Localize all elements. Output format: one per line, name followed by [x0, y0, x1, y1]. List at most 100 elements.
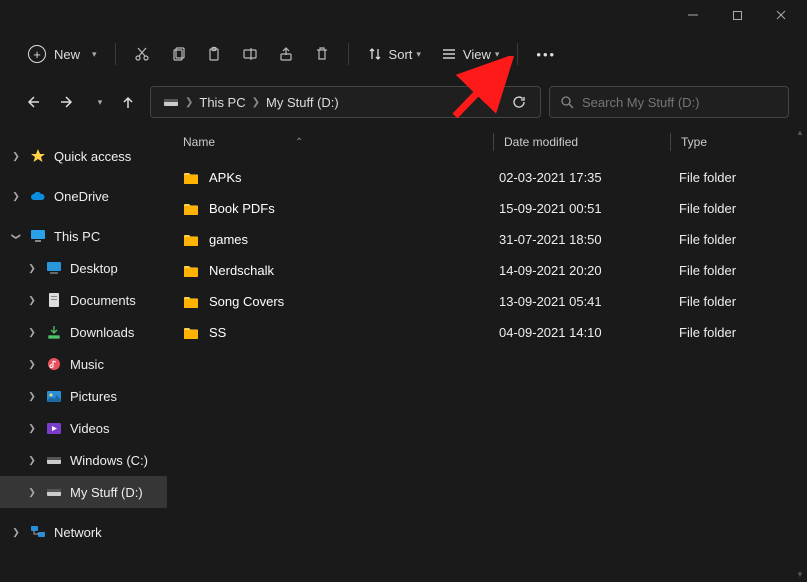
- chevron-right-icon[interactable]: ❯: [183, 97, 195, 108]
- share-button[interactable]: [268, 36, 304, 72]
- chevron-down-icon: ▾: [491, 97, 496, 108]
- search-icon: [560, 95, 574, 109]
- sort-button[interactable]: Sort ▾: [357, 36, 431, 72]
- table-row[interactable]: Nerdschalk14-09-2021 20:20File folder: [167, 255, 807, 286]
- refresh-button[interactable]: [506, 89, 532, 115]
- column-header-date[interactable]: Date modified: [494, 135, 670, 149]
- star-icon: [30, 148, 46, 164]
- table-row[interactable]: Song Covers13-09-2021 05:41File folder: [167, 286, 807, 317]
- content-pane: Name⌃ Date modified Type APKs02-03-2021 …: [167, 126, 807, 582]
- chevron-right-icon: ❯: [26, 295, 38, 306]
- sidebar-item-desktop[interactable]: ❯ Desktop: [0, 252, 167, 284]
- file-list: APKs02-03-2021 17:35File folderBook PDFs…: [167, 158, 807, 348]
- drive-icon: [46, 452, 62, 468]
- sidebar-item-network[interactable]: ❯ Network: [0, 516, 167, 548]
- chevron-down-icon: ▾: [416, 49, 421, 60]
- new-button[interactable]: + New ▾: [18, 36, 107, 72]
- maximize-button[interactable]: [715, 0, 759, 30]
- more-button[interactable]: •••: [526, 36, 566, 72]
- chevron-right-icon: ❯: [26, 263, 38, 274]
- sidebar-item-label: OneDrive: [54, 189, 109, 204]
- sidebar-item-label: Videos: [70, 421, 110, 436]
- table-row[interactable]: SS 04-09-2021 14:10File folder: [167, 317, 807, 348]
- chevron-right-icon: ❯: [26, 359, 38, 370]
- close-button[interactable]: [759, 0, 803, 30]
- cloud-icon: [30, 188, 46, 204]
- file-type: File folder: [679, 263, 736, 278]
- sidebar-item-pictures[interactable]: ❯ Pictures: [0, 380, 167, 412]
- chevron-down-icon: ▾: [495, 49, 500, 60]
- toolbar: + New ▾ Sort ▾ View ▾ •••: [0, 30, 807, 78]
- chevron-down-icon: ▾: [92, 49, 97, 60]
- view-button[interactable]: View ▾: [431, 36, 509, 72]
- sidebar-item-thispc[interactable]: ❯ This PC: [0, 220, 167, 252]
- search-box[interactable]: [549, 86, 789, 118]
- sort-icon: [367, 46, 383, 62]
- pictures-icon: [46, 388, 62, 404]
- chevron-right-icon: ❯: [26, 423, 38, 434]
- back-button[interactable]: [18, 88, 46, 116]
- folder-icon: [183, 295, 199, 309]
- file-type: File folder: [679, 325, 736, 340]
- scroll-up-icon[interactable]: ▲: [795, 128, 805, 138]
- address-dropdown[interactable]: ▾: [478, 89, 504, 115]
- main: ❯ Quick access ❯ OneDrive ❯ This PC ❯ De…: [0, 126, 807, 582]
- documents-icon: [46, 292, 62, 308]
- file-type: File folder: [679, 201, 736, 216]
- sidebar-item-quick-access[interactable]: ❯ Quick access: [0, 140, 167, 172]
- chevron-right-icon: ❯: [26, 455, 38, 466]
- chevron-down-icon: ▾: [98, 97, 103, 108]
- address-bar[interactable]: ❯ This PC ❯ My Stuff (D:) ▾: [150, 86, 541, 118]
- file-name: games: [209, 232, 248, 247]
- desktop-icon: [46, 260, 62, 276]
- table-row[interactable]: games31-07-2021 18:50File folder: [167, 224, 807, 255]
- forward-button[interactable]: [54, 88, 82, 116]
- sidebar-item-downloads[interactable]: ❯ Downloads: [0, 316, 167, 348]
- drive-icon[interactable]: [159, 94, 183, 110]
- copy-button[interactable]: [160, 36, 196, 72]
- scrollbar[interactable]: ▲ ▼: [793, 126, 807, 582]
- table-row[interactable]: Book PDFs15-09-2021 00:51File folder: [167, 193, 807, 224]
- file-date: 02-03-2021 17:35: [499, 170, 679, 185]
- sidebar-item-mystuff-d[interactable]: ❯ My Stuff (D:): [0, 476, 167, 508]
- column-header-type[interactable]: Type: [671, 135, 707, 149]
- minimize-button[interactable]: [671, 0, 715, 30]
- sidebar-item-label: Pictures: [70, 389, 117, 404]
- folder-icon: [183, 264, 199, 278]
- breadcrumb-current[interactable]: My Stuff (D:): [262, 93, 343, 112]
- column-header-name[interactable]: Name⌃: [183, 135, 493, 149]
- delete-button[interactable]: [304, 36, 340, 72]
- sidebar-item-music[interactable]: ❯ Music: [0, 348, 167, 380]
- search-input[interactable]: [582, 95, 778, 110]
- monitor-icon: [30, 228, 46, 244]
- sidebar-item-onedrive[interactable]: ❯ OneDrive: [0, 180, 167, 212]
- view-icon: [441, 46, 457, 62]
- file-date: 04-09-2021 14:10: [499, 325, 679, 340]
- file-name: SS: [209, 325, 226, 340]
- paste-button[interactable]: [196, 36, 232, 72]
- separator: [115, 43, 116, 65]
- cut-button[interactable]: [124, 36, 160, 72]
- chevron-right-icon: ❯: [10, 527, 22, 538]
- separator: [348, 43, 349, 65]
- rename-button[interactable]: [232, 36, 268, 72]
- titlebar: [0, 0, 807, 30]
- sidebar-item-label: Quick access: [54, 149, 131, 164]
- sidebar-item-label: Windows (C:): [70, 453, 148, 468]
- sidebar-item-label: This PC: [54, 229, 100, 244]
- chevron-right-icon[interactable]: ❯: [250, 97, 262, 108]
- file-date: 13-09-2021 05:41: [499, 294, 679, 309]
- up-button[interactable]: [114, 88, 142, 116]
- table-row[interactable]: APKs02-03-2021 17:35File folder: [167, 162, 807, 193]
- sidebar-item-label: Downloads: [70, 325, 134, 340]
- sidebar-item-documents[interactable]: ❯ Documents: [0, 284, 167, 316]
- file-type: File folder: [679, 294, 736, 309]
- file-type: File folder: [679, 170, 736, 185]
- plus-icon: +: [28, 45, 46, 63]
- scroll-down-icon[interactable]: ▼: [795, 570, 805, 580]
- sidebar-item-windows-c[interactable]: ❯ Windows (C:): [0, 444, 167, 476]
- network-icon: [30, 524, 46, 540]
- sidebar-item-videos[interactable]: ❯ Videos: [0, 412, 167, 444]
- breadcrumb-root[interactable]: This PC: [195, 93, 249, 112]
- recent-dropdown[interactable]: ▾: [90, 88, 106, 116]
